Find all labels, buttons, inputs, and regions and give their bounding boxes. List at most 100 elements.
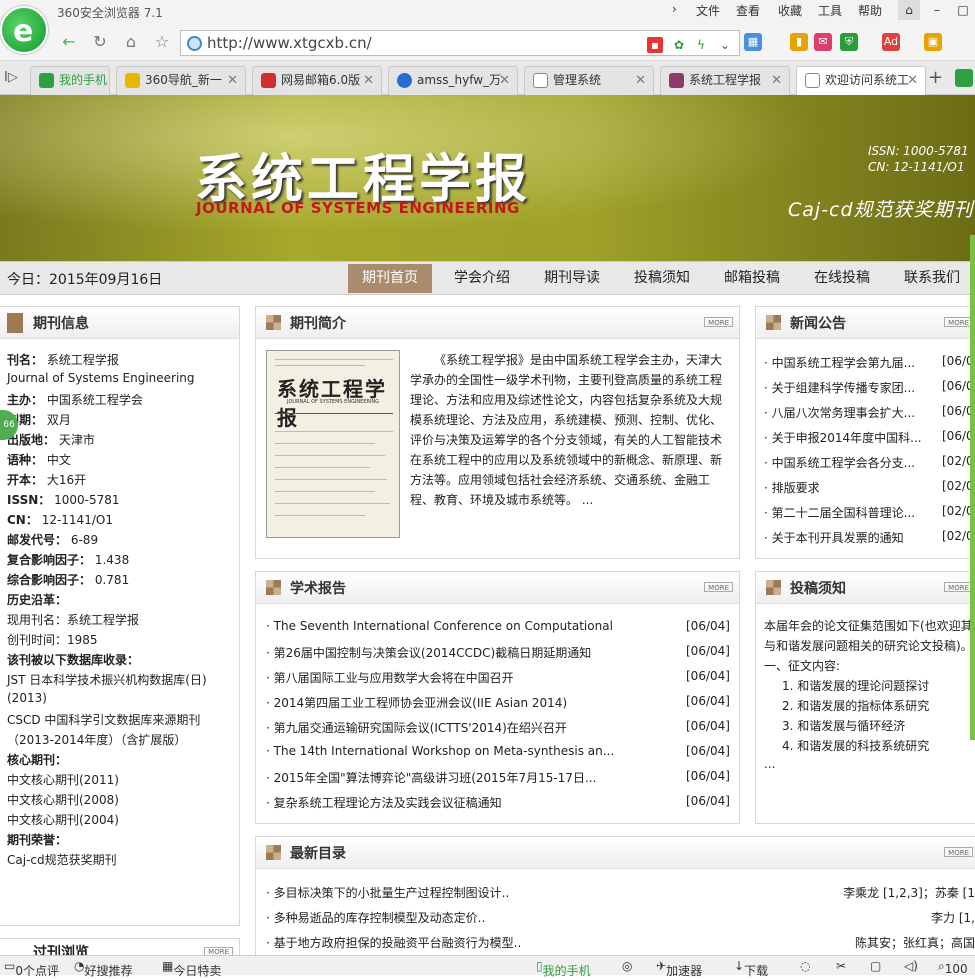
adblock-icon[interactable]: Ad (882, 33, 900, 51)
shield-icon[interactable]: ⛨ (840, 33, 858, 51)
more-button[interactable]: MORE (704, 317, 733, 327)
tab-my-phone[interactable]: 我的手机 (30, 66, 110, 95)
home-nav-icon[interactable]: ⌂ (120, 31, 142, 53)
report-item[interactable]: · 2014第四届工业工程师协会亚洲会议(IIE Asian 2014) (266, 694, 567, 711)
menu-tools[interactable]: 工具 (818, 2, 842, 19)
mail-icon[interactable]: ✉ (814, 33, 832, 51)
news-title[interactable]: 中国系统工程学会第九届... (772, 356, 915, 370)
calendar-icon[interactable]: ▪ (647, 37, 663, 53)
status-sync-icon[interactable]: ◌ (800, 959, 810, 973)
more-button[interactable]: MORE (944, 317, 973, 327)
back-menu-icon[interactable]: › (672, 2, 677, 16)
report-item[interactable]: · 2015年全国"算法博弈论"高级讲习班(2015年7月15-17日... (266, 769, 596, 786)
catalog-item[interactable]: · 多目标决策下的小批量生产过程控制图设计.. (266, 884, 509, 901)
apps-icon[interactable]: ▦ (744, 33, 762, 51)
close-icon[interactable]: ✕ (635, 67, 646, 94)
report-item[interactable]: · 第九届交通运输研究国际会议(ICTTS'2014)在绍兴召开 (266, 719, 567, 736)
report-title[interactable]: The Seventh International Conference on … (274, 619, 613, 633)
news-title[interactable]: 八届八次常务理事会扩大... (772, 406, 915, 420)
more-button[interactable]: MORE (944, 847, 973, 857)
tab-netease-mail[interactable]: 网易邮箱6.0版 ✕ (252, 66, 382, 95)
news-item[interactable]: · 中国系统工程学会各分支... (764, 454, 915, 471)
status-refresh-icon[interactable]: ◎ (622, 959, 632, 973)
new-tab-icon[interactable]: + (928, 67, 943, 88)
nav-home[interactable]: 期刊首页 (348, 264, 432, 293)
tab-admin[interactable]: 管理系统 ✕ (524, 66, 654, 95)
lightning-icon[interactable]: ϟ (693, 37, 709, 53)
nav-guide[interactable]: 期刊导读 (530, 264, 614, 293)
more-button[interactable]: MORE (704, 582, 733, 592)
close-icon[interactable]: ✕ (499, 67, 510, 94)
menu-view[interactable]: 查看 (736, 2, 760, 19)
status-comments[interactable]: ▭ 0个点评 (4, 959, 59, 978)
tab-list-icon[interactable] (955, 69, 973, 87)
nav-submission-notes[interactable]: 投稿须知 (620, 264, 704, 293)
news-item[interactable]: · 中国系统工程学会第九届... (764, 354, 915, 371)
close-icon[interactable]: ✕ (363, 67, 374, 94)
side-scroll-bar[interactable] (970, 235, 975, 740)
gift-icon[interactable]: ▣ (924, 33, 942, 51)
tab-360-nav[interactable]: 360导航_新一 ✕ (116, 66, 246, 95)
report-title[interactable]: 2014第四届工业工程师协会亚洲会议(IIE Asian 2014) (274, 696, 568, 710)
report-title[interactable]: 第八届国际工业与应用数学大会将在中国召开 (274, 671, 514, 685)
report-item[interactable]: · 第八届国际工业与应用数学大会将在中国召开 (266, 669, 514, 686)
news-title[interactable]: 排版要求 (772, 481, 820, 495)
tab-amss[interactable]: amss_hyfw_万 ✕ (388, 66, 518, 95)
news-title[interactable]: 关于本刊开具发票的通知 (772, 531, 904, 545)
refresh-icon[interactable]: ↻ (89, 31, 111, 53)
report-item[interactable]: · 第26届中国控制与决策会议(2014CCDC)截稿日期延期通知 (266, 644, 591, 661)
catalog-title[interactable]: 多目标决策下的小批量生产过程控制图设计.. (274, 886, 510, 900)
chart-icon[interactable]: ▮ (790, 33, 808, 51)
status-screen-icon[interactable]: ▢ (870, 959, 881, 973)
report-item[interactable]: · The Seventh International Conference o… (266, 619, 613, 633)
status-zoom[interactable]: ⌕ 100 (938, 959, 968, 976)
news-item[interactable]: · 关于申报2014年度中国科... (764, 429, 922, 446)
url-input[interactable]: http://www.xtgcxb.cn/ ▪ ✿ ϟ ⌄ (180, 30, 740, 56)
status-accelerator[interactable]: ✈ 加速器 (656, 959, 702, 978)
maximize-icon[interactable]: □ (952, 0, 974, 20)
close-icon[interactable]: ✕ (227, 67, 238, 94)
catalog-title[interactable]: 基于地方政府担保的投融资平台融资行为模型.. (274, 936, 522, 950)
status-download[interactable]: ↓ 下载 (734, 959, 768, 978)
catalog-title[interactable]: 多种易逝品的库存控制模型及动态定价.. (274, 911, 486, 925)
report-title[interactable]: 2015年全国"算法博弈论"高级讲习班(2015年7月15-17日... (274, 771, 597, 785)
menu-favorites[interactable]: 收藏 (778, 2, 802, 19)
nav-society[interactable]: 学会介绍 (440, 264, 524, 293)
news-title[interactable]: 关于申报2014年度中国科... (772, 431, 922, 445)
report-title[interactable]: 第九届交通运输研究国际会议(ICTTS'2014)在绍兴召开 (274, 721, 567, 735)
nav-contact[interactable]: 联系我们 (890, 264, 974, 293)
news-title[interactable]: 第二十二届全国科普理论... (772, 506, 915, 520)
more-button[interactable]: MORE (944, 582, 973, 592)
report-title[interactable]: 第26届中国控制与决策会议(2014CCDC)截稿日期延期通知 (274, 646, 592, 660)
nav-email-submit[interactable]: 邮箱投稿 (710, 264, 794, 293)
minimize-icon[interactable]: – (926, 0, 948, 20)
report-title[interactable]: 复杂系统工程理论方法及实践会议征稿通知 (274, 796, 502, 810)
close-icon[interactable]: ✕ (771, 67, 782, 94)
security-icon[interactable]: ✿ (671, 37, 687, 53)
menu-help[interactable]: 帮助 (858, 2, 882, 19)
star-icon[interactable]: ☆ (151, 31, 173, 53)
dropdown-icon[interactable]: ⌄ (717, 37, 733, 53)
status-sale[interactable]: ▦ 今日特卖 (162, 959, 221, 978)
nav-online-submit[interactable]: 在线投稿 (800, 264, 884, 293)
journal-cover[interactable]: 系统工程学报 JOURNAL OF SYSTEMS ENGINEERING (266, 350, 400, 538)
home-icon[interactable]: ⌂ (898, 0, 920, 20)
catalog-item[interactable]: · 多种易逝品的库存控制模型及动态定价.. (266, 909, 485, 926)
tab-welcome[interactable]: 欢迎访问系统工 ✕ (796, 66, 926, 96)
report-item[interactable]: · 复杂系统工程理论方法及实践会议征稿通知 (266, 794, 502, 811)
tab-journal[interactable]: 系统工程学报 ✕ (660, 66, 790, 95)
report-title[interactable]: The 14th International Workshop on Meta-… (274, 744, 615, 758)
status-volume-icon[interactable]: ◁) (904, 959, 918, 973)
browser-logo[interactable]: e (0, 6, 48, 54)
news-title[interactable]: 关于组建科学传播专家团... (772, 381, 915, 395)
news-item[interactable]: · 关于组建科学传播专家团... (764, 379, 915, 396)
status-crop-icon[interactable]: ✂ (836, 959, 846, 973)
status-phone[interactable]: ▯ 我的手机 (536, 959, 591, 978)
menu-file[interactable]: 文件 (696, 2, 720, 19)
news-item[interactable]: · 八届八次常务理事会扩大... (764, 404, 915, 421)
news-item[interactable]: · 排版要求 (764, 479, 820, 496)
close-icon[interactable]: ✕ (907, 67, 918, 94)
catalog-item[interactable]: · 基于地方政府担保的投融资平台融资行为模型.. (266, 934, 521, 951)
report-item[interactable]: · The 14th International Workshop on Met… (266, 744, 614, 758)
news-item[interactable]: · 关于本刊开具发票的通知 (764, 529, 904, 546)
